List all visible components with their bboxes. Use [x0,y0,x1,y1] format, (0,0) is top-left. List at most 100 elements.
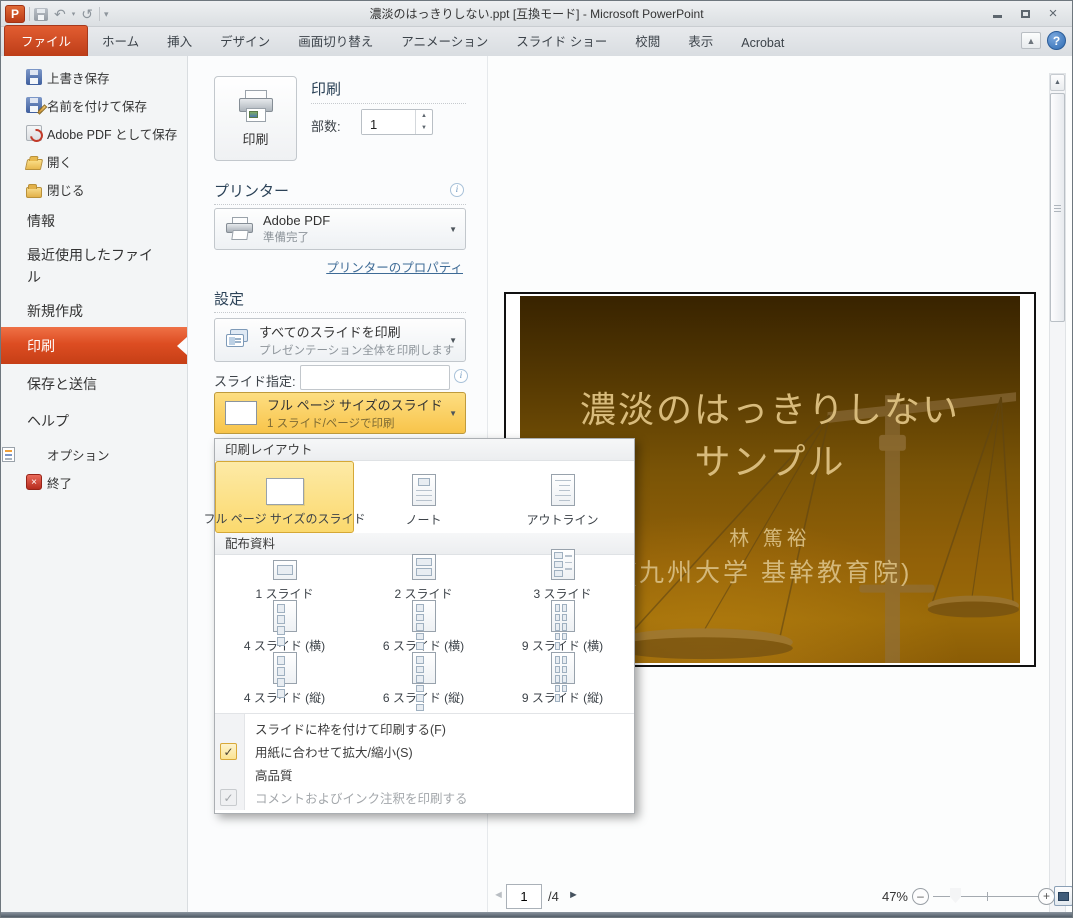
close-folder-icon [26,187,42,198]
chevron-down-icon: ▼ [449,336,457,345]
window-bottom-border [1,912,1072,917]
next-page-icon[interactable]: ► [568,889,579,901]
checkbox-disabled-icon: ✓ [220,789,237,806]
sidebar-item-help[interactable]: ヘルプ [1,406,187,436]
handout-9-icon [551,600,575,632]
layout-option-outline[interactable]: アウトライン [493,461,632,533]
divider [214,204,466,205]
page-total-label: /4 [548,889,559,904]
dropdown-section-print-layout: 印刷レイアウト [215,439,634,461]
handout-3-icon [551,549,575,580]
spin-down-icon[interactable]: ▼ [416,122,432,134]
help-icon[interactable]: ? [1047,31,1066,50]
save-icon [26,69,42,85]
layout-option-notes[interactable]: ノート [354,461,493,533]
layout-option-full-page-slides[interactable]: フル ページ サイズのスライド [215,461,354,533]
handout-option-4-slides-vertical[interactable]: 4 スライド (縦) [215,659,354,711]
options-icon [2,447,15,462]
powerpoint-window: P ↶ ▾ ↺ ▾ 濃淡のはっきりしない.ppt [互換モード] - Micro… [0,0,1073,918]
all-slides-icon [225,329,251,351]
printer-info-icon[interactable]: i [450,183,464,197]
tab-design[interactable]: デザイン [206,26,284,56]
printer-icon [236,90,276,124]
sidebar-item-options[interactable]: オプション [1,441,187,467]
window-title: 濃淡のはっきりしない.ppt [互換モード] - Microsoft Power… [1,1,1072,27]
tab-insert[interactable]: 挿入 [153,26,206,56]
sidebar-item-open[interactable]: 開く [1,147,187,175]
full-page-slide-icon [266,478,304,505]
zoom-slider-tick [987,892,988,901]
sidebar-item-save[interactable]: 上書き保存 [1,63,187,91]
section-header-print: 印刷 [311,78,341,99]
option-frame-slides[interactable]: スライドに枠を付けて印刷する(F) [215,717,634,740]
handout-6-icon [412,600,436,632]
handout-9-icon [551,652,575,684]
handout-2-icon [412,554,436,580]
tab-slideshow[interactable]: スライド ショー [502,26,621,56]
copies-stepper: ▲ ▼ [361,109,433,135]
section-header-settings: 設定 [214,288,244,309]
sidebar-item-info[interactable]: 情報 [1,206,187,236]
preview-scrollbar[interactable]: ▲ ▼ [1049,73,1066,918]
tab-file[interactable]: ファイル [4,25,88,56]
sidebar-item-print[interactable]: 印刷 [1,327,187,364]
printer-properties-link[interactable]: プリンターのプロパティ [326,257,463,276]
minimize-ribbon-icon[interactable]: ▲ [1021,32,1041,49]
exit-icon: × [26,474,42,490]
adobe-pdf-icon [26,125,42,141]
handout-option-6-slides-vertical[interactable]: 6 スライド (縦) [354,659,493,711]
save-as-icon [26,97,42,113]
print-range-select[interactable]: すべてのスライドを印刷 プレゼンテーション全体を印刷します ▼ [214,318,466,362]
fit-to-window-button[interactable] [1054,886,1073,906]
print-layout-select[interactable]: フル ページ サイズのスライド 1 スライド/ページで印刷 ▼ [214,392,466,434]
slide-range-input[interactable] [300,365,450,390]
copies-label: 部数: [311,116,341,135]
sidebar-item-close[interactable]: 閉じる [1,175,187,203]
previous-page-icon[interactable]: ◄ [493,889,504,901]
chevron-down-icon: ▼ [449,409,457,418]
slide-range-info-icon[interactable]: i [454,369,468,383]
scrollbar-thumb[interactable] [1050,93,1065,322]
divider [214,312,466,313]
handout-4-icon [273,600,297,632]
sidebar-item-save-adobe-pdf[interactable]: Adobe PDF として保存 [1,119,187,147]
zoom-in-icon[interactable]: + [1038,888,1055,905]
close-button[interactable]: × [1042,6,1064,21]
sidebar-item-save-as[interactable]: 名前を付けて保存 [1,91,187,119]
option-print-comments: ✓ コメントおよびインク注釈を印刷する [215,786,634,809]
handout-6-icon [412,652,436,684]
printer-select[interactable]: Adobe PDF 準備完了 ▼ [214,208,466,250]
print-layout-dropdown: 印刷レイアウト フル ページ サイズのスライド ノート アウトライン 配布資料 [214,438,635,814]
sidebar-item-save-send[interactable]: 保存と送信 [1,369,187,399]
printer-icon [225,217,255,241]
option-high-quality[interactable]: 高品質 [215,763,634,786]
scroll-up-icon[interactable]: ▲ [1050,74,1065,91]
handout-1-icon [273,560,297,580]
tab-acrobat[interactable]: Acrobat [727,31,798,56]
option-scale-to-fit-paper[interactable]: ✓ 用紙に合わせて拡大/縮小(S) [215,740,634,763]
zoom-out-icon[interactable]: – [912,888,929,905]
spin-up-icon[interactable]: ▲ [416,110,432,122]
print-button[interactable]: 印刷 [214,76,297,161]
minimize-button[interactable] [986,6,1008,21]
zoom-slider-thumb[interactable] [950,888,961,903]
tab-animations[interactable]: アニメーション [387,26,502,56]
restore-button[interactable] [1014,6,1036,21]
slide-range-label: スライド指定: [214,371,296,390]
window-controls: × [986,6,1064,21]
sidebar-item-recent[interactable]: 最近使用したファイル [1,241,187,293]
page-number-input[interactable] [506,884,542,909]
tab-review[interactable]: 校閲 [621,26,674,56]
sidebar-item-exit[interactable]: × 終了 [1,469,187,495]
handout-option-9-slides-vertical[interactable]: 9 スライド (縦) [493,659,632,711]
tab-view[interactable]: 表示 [674,26,727,56]
title-bar: P ↶ ▾ ↺ ▾ 濃淡のはっきりしない.ppt [互換モード] - Micro… [1,1,1072,27]
tab-home[interactable]: ホーム [88,26,153,56]
copies-input[interactable] [362,110,415,134]
handout-4-icon [273,652,297,684]
sidebar-item-new[interactable]: 新規作成 [1,296,187,326]
full-page-slide-icon [225,401,257,425]
chevron-down-icon: ▼ [449,225,457,234]
ribbon-tab-row: ファイル ホーム 挿入 デザイン 画面切り替え アニメーション スライド ショー… [1,27,1072,56]
tab-transitions[interactable]: 画面切り替え [284,26,387,56]
